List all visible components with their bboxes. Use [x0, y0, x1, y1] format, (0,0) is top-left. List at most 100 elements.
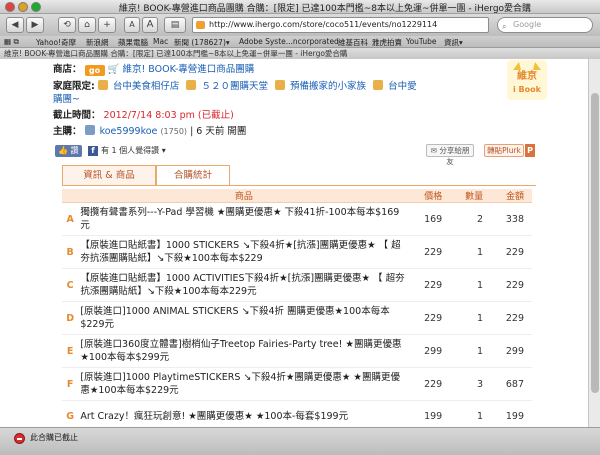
table-row: C 【原裝進口貼紙書】1000 ACTIVITIES下殺4折★[抗漲]團購更優惠…: [62, 268, 532, 302]
search-placeholder: Google: [513, 20, 542, 29]
family-link[interactable]: ５２０團購天堂: [201, 81, 268, 92]
table-row: A 獨攬有聲書系列---Y-Pad 學習機 ★團購更優惠★ 下殺41折-100本…: [62, 202, 532, 236]
bookmark-item[interactable]: YouTube: [406, 37, 437, 46]
zoom-window-button[interactable]: [31, 2, 41, 12]
row-price: 299: [409, 334, 451, 368]
row-qty: 1: [450, 268, 492, 302]
facebook-like-button[interactable]: 👍 讚: [55, 145, 82, 157]
plurk-icon[interactable]: P: [525, 144, 535, 157]
row-qty: 3: [450, 367, 492, 401]
url-text: http://www.ihergo.com/store/coco511/even…: [209, 20, 438, 29]
family-icon: [186, 80, 197, 90]
row-qty: 1: [450, 301, 492, 335]
row-price: 199: [409, 400, 451, 427]
minimize-window-button[interactable]: [18, 2, 28, 12]
row-qty: 1: [450, 334, 492, 368]
text-smaller-button[interactable]: A: [124, 17, 140, 33]
browser-status-bar: 此合購已截止: [0, 427, 600, 455]
brand-badge-line1: 維京: [517, 69, 537, 82]
browser-tab[interactable]: 維京! BOOK-專營進口商品團購 合購：[限定] 已達100本門檻~8本以上免…: [0, 48, 600, 59]
tab-info-products[interactable]: 資訊 & 商品: [62, 165, 156, 185]
address-bar[interactable]: http://www.ihergo.com/store/coco511/even…: [192, 17, 489, 33]
bookmarks-bar: ▦ ⧉ Yahoo!奇摩 新浪網 蘋果電腦 Mac 新聞 (178627)▾ A…: [0, 36, 600, 48]
row-index: C: [62, 268, 79, 302]
tabs-underline: [62, 185, 536, 186]
add-bookmark-button[interactable]: +: [98, 17, 116, 33]
history-button[interactable]: ⟲: [58, 17, 76, 33]
bookmark-item[interactable]: Adobe Syste...ncorporated: [239, 37, 339, 46]
row-amount: 299: [491, 334, 532, 368]
host-score: (1750): [160, 127, 188, 136]
bookmark-item[interactable]: 維基百科: [338, 37, 368, 48]
fb-more-chevron-icon: ▾: [161, 146, 166, 155]
order-stats-table: 商品 價格 數量 金額 A 獨攬有聲書系列---Y-Pad 學習機 ★團購更優惠…: [62, 189, 532, 427]
row-qty: 1: [450, 235, 492, 269]
store-name-link[interactable]: 維京! BOOK-專營進口商品團購: [122, 64, 254, 75]
header-product: 商品: [78, 189, 410, 203]
row-product-name: 【原裝進口貼紙書】1000 ACTIVITIES下殺4折★[抗漲]團購更優惠★ …: [78, 268, 410, 302]
bookmark-item[interactable]: 雅虎拍賣: [372, 37, 402, 48]
bookmark-item[interactable]: 蘋果電腦: [118, 37, 148, 48]
table-row: D [原裝進口]1000 ANIMAL STICKERS ↘下殺4折 團購更優惠…: [62, 301, 532, 335]
fb-share-text: 有 1 個人覺得讚: [101, 146, 160, 155]
family-icon: [373, 80, 384, 90]
row-index: B: [62, 235, 79, 269]
row-price: 169: [409, 202, 451, 236]
back-button[interactable]: ◀: [6, 17, 24, 33]
plurk-button[interactable]: 轉貼Plurk: [484, 144, 524, 157]
family-link[interactable]: 台中美食相仔店: [113, 81, 180, 92]
bookmark-item[interactable]: 新浪網: [86, 37, 109, 48]
text-larger-button[interactable]: A: [142, 17, 158, 33]
cart-icon: 🛒: [107, 64, 120, 75]
row-product-name: [原裝進口]1000 ANIMAL STICKERS ↘下殺4折 團購更優惠★1…: [78, 301, 410, 335]
window-title: 維京! BOOK-專營進口商品團購 合購：[限定] 已達100本門檻~8本以上免…: [118, 4, 532, 14]
row-qty: 1: [450, 400, 492, 427]
host-line: 主購： koe5999koe (1750) | 6 天前 開團: [53, 123, 246, 137]
table-header-row: 商品 價格 數量 金額: [62, 189, 532, 203]
deadline-line: 截止時間： 2012/7/14 8:03 pm (已截止): [53, 107, 234, 121]
family-link[interactable]: 台中愛: [388, 81, 417, 92]
row-index: D: [62, 301, 79, 335]
page-viewport: 商店： go 🛒 維京! BOOK-專營進口商品團購 家庭限定: 台中美食相仔店…: [0, 59, 588, 427]
home-button[interactable]: ⌂: [78, 17, 96, 33]
share-to-friends-button[interactable]: ✉ 分享給朋友: [426, 144, 474, 166]
bookmark-item[interactable]: 資訊▾: [444, 37, 463, 48]
row-product-name: [原裝進口360度立體書]樹梢仙子Treetop Fairies-Party t…: [78, 334, 410, 368]
row-product-name: Art Crazy！瘋狂玩創意! ★團購更優惠★ ★100本-每套$199元: [78, 400, 410, 427]
bookmark-item[interactable]: 新聞 (178627)▾: [174, 37, 230, 48]
deadline-value: 2012/7/14 8:03 pm (已截止): [103, 110, 234, 121]
closed-notice-text: 此合購已截止: [30, 433, 78, 442]
print-icon[interactable]: ▤: [164, 17, 186, 33]
row-amount: 229: [491, 268, 532, 302]
family-link[interactable]: 預備搬家的小家族: [290, 81, 366, 92]
close-window-button[interactable]: [5, 2, 15, 12]
scrollbar-thumb[interactable]: [591, 93, 599, 393]
browser-toolbar: ◀ ▶ ⟲ ⌂ + A A ▤ http://www.ihergo.com/st…: [0, 14, 600, 36]
row-index: G: [62, 400, 79, 427]
site-favicon-icon: [196, 21, 205, 29]
row-amount: 229: [491, 301, 532, 335]
host-label: 主購：: [53, 126, 82, 137]
forward-button[interactable]: ▶: [26, 17, 44, 33]
tab-group-stats[interactable]: 合購統計: [156, 165, 230, 186]
row-price: 229: [409, 268, 451, 302]
row-price: 229: [409, 235, 451, 269]
share-friends-label: 分享給朋友: [439, 146, 470, 166]
search-input[interactable]: ⌕ Google: [497, 17, 593, 33]
bookmarks-grid-icon[interactable]: ▦ ⧉: [4, 37, 19, 47]
row-index: E: [62, 334, 79, 368]
row-product-name: [原裝進口]1000 PlaytimeSTICKERS ↘下殺4折★團購更優惠★…: [78, 367, 410, 401]
like-label: 讚: [70, 146, 79, 155]
bookmark-item[interactable]: Yahoo!奇摩: [36, 37, 76, 48]
row-amount: 229: [491, 235, 532, 269]
family-icon: [275, 80, 285, 90]
page-scrollbar[interactable]: [588, 59, 600, 427]
table-row: B 【原裝進口貼紙書】1000 STICKERS ↘下殺4折★[抗漲]團購更優惠…: [62, 235, 532, 269]
bookmark-item[interactable]: Mac: [153, 37, 168, 46]
row-price: 229: [409, 301, 451, 335]
facebook-share[interactable]: f有 1 個人覺得讚 ▾: [88, 145, 166, 156]
browser-tab-bar: 維京! BOOK-專營進口商品團購 合購：[限定] 已達100本門檻~8本以上免…: [0, 48, 600, 59]
row-amount: 687: [491, 367, 532, 401]
family-link-cont[interactable]: 購團~: [53, 94, 80, 105]
host-user-link[interactable]: koe5999koe: [100, 126, 158, 137]
